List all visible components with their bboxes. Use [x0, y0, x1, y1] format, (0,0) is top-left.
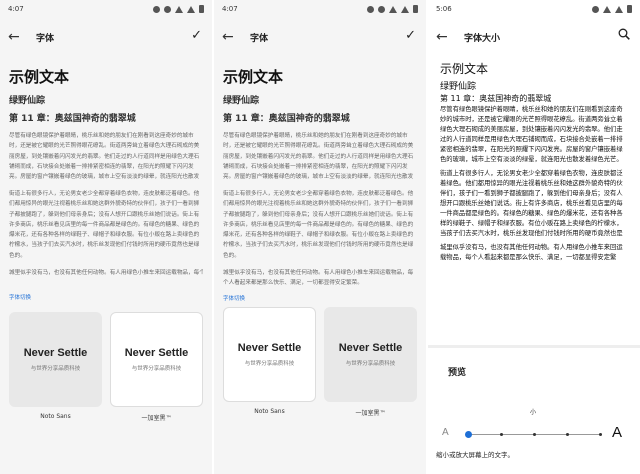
- sample-heading-3: 第 11 章：奥兹国神奇的翡翠城: [9, 114, 136, 124]
- card-title: Never Settle: [23, 347, 88, 359]
- alarm-icon: [164, 5, 171, 13]
- check-icon[interactable]: ✓: [405, 28, 416, 43]
- wifi-icon: [389, 5, 397, 13]
- sample-heading-3: 第 11 章：奥兹国神奇的翡翠城: [440, 94, 552, 103]
- font-card-oneplus-sans[interactable]: Never Settle 与世界分享品质科技: [324, 307, 417, 402]
- status-bar: 4:07: [214, 0, 426, 18]
- font-name-noto-sans: Noto Sans: [40, 413, 71, 420]
- search-icon[interactable]: [618, 28, 630, 40]
- card-subtitle: 与世界分享品质科技: [131, 366, 182, 372]
- screenshot-collage: 4:07 ← 字体 ✓ 示例文本 绿野仙踪 第 11 章：奥兹国神奇的翡翠城 尽…: [0, 0, 640, 474]
- wifi-icon: [603, 5, 611, 13]
- sample-paragraph-2: 街道上有很多行人，无论男女老少全都穿着绿色衣物，连皮肤都泛着绿色。他们都用惊异的…: [440, 170, 623, 237]
- sample-paragraph-3: 城里似乎没有马，也没有其他任何动物。有人用绿色小推车来回运载物品，每个人看起来都…: [223, 270, 414, 287]
- preview-title: 预览: [448, 368, 467, 378]
- sample-text: 示例文本 绿野仙踪 第 11 章：奥兹国神奇的翡翠城 尽管有绿色眼镜保护着眼睛，…: [214, 66, 426, 417]
- slider-step-2[interactable]: [532, 433, 536, 436]
- font-cards: Never Settle 与世界分享品质科技 Never Settle 与世界分…: [223, 307, 417, 402]
- vibrate-icon: [592, 5, 599, 13]
- status-time: 4:07: [8, 5, 24, 13]
- slider-step-1[interactable]: [499, 433, 503, 436]
- font-size-slider[interactable]: [464, 431, 602, 438]
- font-card-oneplus-sans[interactable]: Never Settle 与世界分享品质科技: [110, 312, 203, 407]
- back-arrow-icon[interactable]: ←: [436, 29, 456, 45]
- font-card-noto-sans[interactable]: Never Settle 与世界分享品质科技: [9, 312, 102, 407]
- check-icon[interactable]: ✓: [191, 28, 202, 43]
- back-arrow-icon[interactable]: ←: [222, 29, 242, 45]
- slider-thumb[interactable]: [464, 431, 472, 438]
- sample-heading-2: 绿野仙踪: [9, 96, 46, 106]
- font-card-noto-sans[interactable]: Never Settle 与世界分享品质科技: [223, 307, 316, 402]
- sample-text: 示例文本 绿野仙踪 第 11 章：奥兹国神奇的翡翠城 尽管有绿色眼镜保护着眼睛，…: [428, 60, 640, 263]
- battery-icon: [627, 5, 632, 13]
- status-bar: 4:07: [0, 0, 212, 18]
- slider-caption: 缩小或放大屏幕上的文字。: [436, 451, 514, 459]
- status-icons: [592, 5, 632, 13]
- back-arrow-icon[interactable]: ←: [8, 29, 28, 45]
- sample-heading-1: 示例文本: [223, 68, 284, 86]
- sample-paragraph-3: 城里似乎没有马，也没有其他任何动物。有人用绿色小推车来回运载物品，每个人看起来都…: [9, 270, 203, 276]
- slider-step-4[interactable]: [598, 433, 602, 436]
- wifi-icon: [175, 5, 183, 13]
- font-name-noto-sans: Noto Sans: [254, 408, 285, 415]
- sample-paragraph-1: 尽管有绿色眼镜保护着眼睛，桃乐丝和她的朋友们在刚看到这座奇妙的城市时，还是被它耀…: [440, 106, 623, 163]
- sample-heading-2: 绿野仙踪: [223, 96, 260, 106]
- card-title: Never Settle: [237, 342, 302, 354]
- app-toolbar: ← 字体大小: [428, 18, 640, 56]
- sample-heading-1: 示例文本: [440, 62, 489, 76]
- font-smaller-icon[interactable]: A: [442, 427, 449, 438]
- battery-icon: [413, 5, 418, 13]
- slider-value-label: 小: [530, 409, 537, 416]
- signal-icon: [187, 5, 195, 13]
- signal-icon: [615, 5, 623, 13]
- card-subtitle: 与世界分享品质科技: [30, 366, 81, 372]
- app-toolbar: ← 字体 ✓: [0, 18, 212, 56]
- sample-heading-3: 第 11 章：奥兹国神奇的翡翠城: [223, 114, 350, 124]
- font-name-oneplus-sans: 一加室黑™: [355, 410, 386, 417]
- page-title: 字体大小: [464, 33, 501, 44]
- alarm-icon: [378, 5, 385, 13]
- app-toolbar: ← 字体 ✓: [214, 18, 426, 56]
- font-screen-oneplus: 4:07 ← 字体 ✓ 示例文本 绿野仙踪 第 11 章：奥兹国神奇的翡翠城 尽…: [214, 0, 426, 474]
- font-switch-label: 字体切换: [223, 296, 246, 302]
- status-icons: [153, 5, 204, 13]
- font-cards: Never Settle 与世界分享品质科技 Never Settle 与世界分…: [9, 312, 203, 407]
- font-switch-label: 字体切换: [9, 295, 32, 301]
- font-screen-noto: 4:07 ← 字体 ✓ 示例文本 绿野仙踪 第 11 章：奥兹国神奇的翡翠城 尽…: [0, 0, 212, 474]
- sample-heading-1: 示例文本: [9, 68, 70, 86]
- page-title: 字体: [36, 33, 55, 44]
- font-name-oneplus-sans: 一加室黑™: [141, 415, 172, 422]
- slider-step-3[interactable]: [565, 433, 569, 436]
- font-card-names: Noto Sans 一加室黑™: [223, 408, 417, 417]
- sample-paragraph-1: 尽管有绿色眼镜保护着眼睛，桃乐丝和她的朋友们在刚看到这座奇妙的城市时，还是被它耀…: [9, 133, 200, 181]
- status-time: 4:07: [222, 5, 238, 13]
- signal-icon: [401, 5, 409, 13]
- vibrate-icon: [153, 5, 160, 13]
- sample-paragraph-2: 街道上有很多行人，无论男女老少全都穿着绿色衣物，连皮肤都泛着绿色。他们都用惊异的…: [223, 191, 414, 259]
- card-title: Never Settle: [338, 342, 403, 354]
- sample-heading-2: 绿野仙踪: [440, 82, 477, 92]
- font-card-names: Noto Sans 一加室黑™: [9, 413, 203, 422]
- status-icons: [367, 5, 418, 13]
- page-title: 字体: [250, 33, 269, 44]
- font-size-screen: 5:06 ← 字体大小 示例文本 绿野仙踪 第 11 章：奥兹国神奇的翡翠城 尽…: [428, 0, 640, 474]
- sample-text: 示例文本 绿野仙踪 第 11 章：奥兹国神奇的翡翠城 尽管有绿色眼镜保护着眼睛，…: [0, 66, 212, 422]
- card-subtitle: 与世界分享品质科技: [345, 361, 396, 367]
- card-title: Never Settle: [124, 347, 189, 359]
- status-time: 5:06: [436, 5, 452, 13]
- font-larger-icon[interactable]: A: [612, 424, 622, 441]
- sample-paragraph-2: 街道上有很多行人，无论男女老少全都穿着绿色衣物，连皮肤都泛着绿色。他们都用惊异的…: [9, 191, 200, 259]
- battery-icon: [199, 5, 204, 13]
- status-bar: 5:06: [428, 0, 640, 18]
- vibrate-icon: [367, 5, 374, 13]
- sample-paragraph-3: 城里似乎没有马，也没有其他任何动物。有人用绿色小推车来回运载物品，每个人看起来都…: [440, 244, 623, 261]
- sample-paragraph-1: 尽管有绿色眼镜保护着眼睛，桃乐丝和她的朋友们在刚看到这座奇妙的城市时，还是被它耀…: [223, 133, 414, 181]
- card-subtitle: 与世界分享品质科技: [244, 361, 295, 367]
